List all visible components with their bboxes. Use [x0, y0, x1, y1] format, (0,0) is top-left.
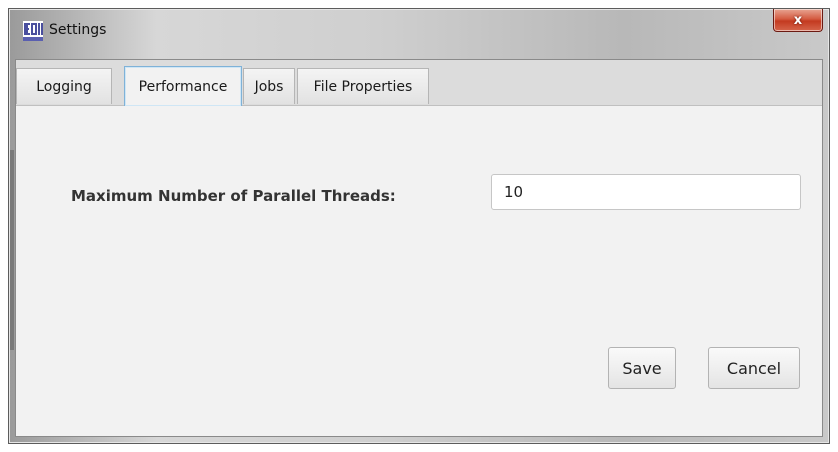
- cancel-button[interactable]: Cancel: [708, 347, 800, 389]
- tab-label: Performance: [138, 78, 228, 95]
- close-icon: x: [793, 12, 803, 28]
- window-title: Settings: [49, 22, 107, 38]
- tab-strip: Logging Performance Jobs File Properties: [16, 60, 822, 106]
- max-threads-input[interactable]: [491, 174, 801, 210]
- tab-label: Jobs: [254, 78, 284, 95]
- close-button[interactable]: x: [773, 9, 823, 32]
- tab-file-properties[interactable]: File Properties: [297, 68, 429, 104]
- max-threads-label: Maximum Number of Parallel Threads:: [71, 187, 396, 205]
- tab-logging[interactable]: Logging: [16, 68, 112, 104]
- settings-panel: Logging Performance Jobs File Properties…: [10, 59, 823, 437]
- tab-jobs[interactable]: Jobs: [243, 68, 295, 104]
- window-edge-accent: [10, 150, 14, 350]
- save-button[interactable]: Save: [608, 347, 676, 389]
- tab-label: Logging: [36, 78, 92, 95]
- eon-logo-icon: [23, 21, 43, 41]
- tab-label: File Properties: [313, 78, 413, 95]
- tab-performance[interactable]: Performance: [124, 66, 242, 106]
- settings-window: Settings x Logging Performance Jobs File…: [8, 8, 830, 444]
- title-bar[interactable]: Settings x: [9, 9, 829, 59]
